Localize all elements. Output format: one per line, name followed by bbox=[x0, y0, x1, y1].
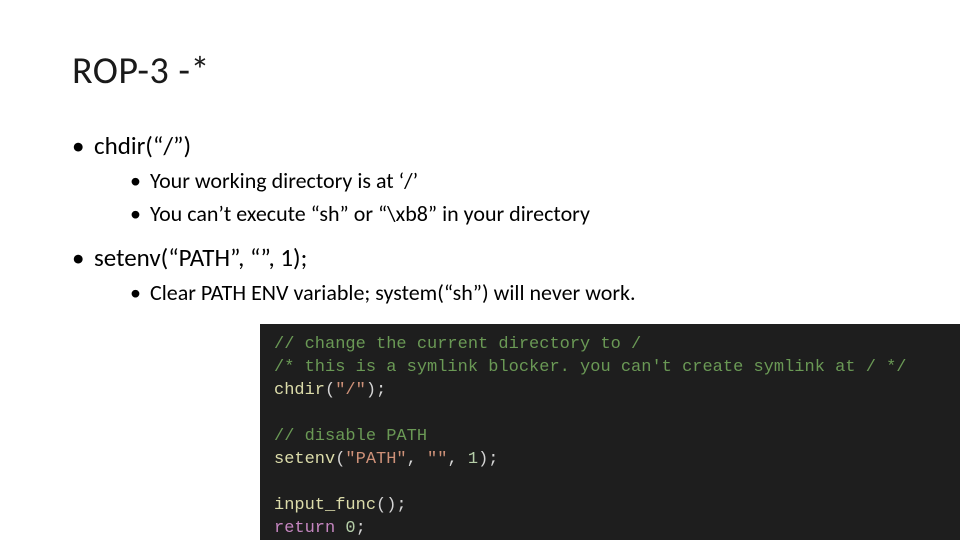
bullet-list: chdir(“/”) Your working directory is at … bbox=[72, 128, 888, 309]
bullet-1-sub-1: Your working directory is at ‘/’ bbox=[130, 166, 888, 197]
code-line-1: // change the current directory to / bbox=[274, 335, 641, 354]
code-line-2: /* this is a symlink blocker. you can't … bbox=[274, 358, 907, 377]
bullet-1-sub-2: You can’t execute “sh” or “\xb8” in your… bbox=[130, 199, 888, 230]
code-fn-setenv: setenv bbox=[274, 450, 335, 469]
code-block: // change the current directory to / /* … bbox=[260, 324, 960, 540]
bullet-2-sub-1: Clear PATH ENV variable; system(“sh”) wi… bbox=[130, 278, 888, 309]
code-arg-setenv-3: 1 bbox=[468, 450, 478, 469]
code-arg-setenv-1: "PATH" bbox=[345, 450, 406, 469]
bullet-1: chdir(“/”) Your working directory is at … bbox=[72, 128, 888, 230]
bullet-2: setenv(“PATH”, “”, 1); Clear PATH ENV va… bbox=[72, 240, 888, 309]
slide-title: ROP-3 -* bbox=[72, 48, 888, 94]
bullet-1-text: chdir(“/”) bbox=[94, 130, 191, 161]
code-fn-chdir: chdir bbox=[274, 381, 325, 400]
bullet-2-sub: Clear PATH ENV variable; system(“sh”) wi… bbox=[94, 278, 888, 309]
bullet-1-sub: Your working directory is at ‘/’ You can… bbox=[94, 166, 888, 230]
bullet-2-text: setenv(“PATH”, “”, 1); bbox=[94, 242, 307, 273]
code-arg-chdir: "/" bbox=[335, 381, 366, 400]
code-return-val: 0 bbox=[345, 519, 355, 538]
code-line-5: // disable PATH bbox=[274, 427, 427, 446]
code-arg-setenv-2: "" bbox=[427, 450, 447, 469]
code-kw-return: return bbox=[274, 519, 335, 538]
slide: ROP-3 -* chdir(“/”) Your working directo… bbox=[0, 0, 960, 540]
code-fn-input: input_func bbox=[274, 496, 376, 515]
